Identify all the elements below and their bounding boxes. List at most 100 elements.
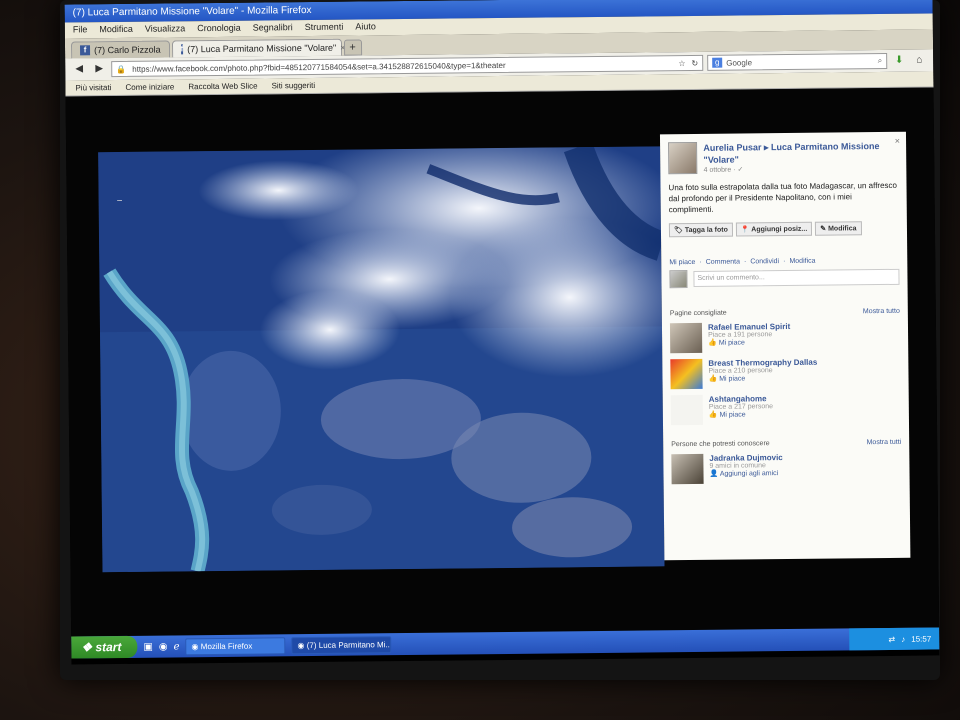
like-page-button[interactable]: 👍 Mi piace [708,374,817,383]
search-box[interactable]: g Google ⌕ [707,52,888,71]
edit-label: Modifica [828,225,857,233]
arrow-icon: ▸ [763,142,769,153]
photo-actions: 🏷 Tagga la foto 📍 Aggiungi posiz... ✎ Mo… [668,221,899,238]
task-label: Mozilla Firefox [200,641,253,651]
tag-photo-button[interactable]: 🏷 Tagga la foto [668,222,733,238]
bookmark-web-slice[interactable]: Raccolta Web Slice [188,82,257,92]
quicklaunch-ie-icon[interactable]: ℯ [174,641,180,652]
new-tab-button[interactable]: + [343,39,362,56]
download-icon[interactable]: ⬇ [891,53,907,69]
tab-carlo[interactable]: f (7) Carlo Pizzola [70,40,170,59]
like-label: Mi piace [718,339,745,347]
google-icon: g [712,57,723,68]
suggested-page: Breast Thermography Dallas Piace a 210 p… [670,357,900,390]
share-link[interactable]: Condividi [750,258,779,265]
bookmark-come-iniziare[interactable]: Come iniziare [125,82,174,92]
url-text: https://www.facebook.com/photo.php?fbid=… [132,60,506,74]
add-friend-button[interactable]: 👤 Aggiungi agli amici [709,469,782,478]
search-icon[interactable]: ⌕ [878,56,883,66]
page-thumbnail[interactable] [670,358,703,390]
post-header: Aurelia Pusar ▸ Luca Parmitano Missione … [668,140,898,175]
zoom-out-icon[interactable]: − [117,196,123,207]
clock: 15:57 [911,634,932,644]
page-thumbnail[interactable] [670,394,704,426]
system-tray: ⇄ ♪ 15:57 [849,627,940,651]
add-friend-label: Aggiungi agli amici [719,470,779,478]
avatar [669,270,688,289]
quicklaunch-desktop-icon[interactable]: ▣ [143,641,153,652]
bookmark-piu-visitati[interactable]: Più visitati [75,83,111,92]
quicklaunch-firefox-icon[interactable]: ◉ [159,641,168,652]
comment-link[interactable]: Commenta [706,259,740,266]
add-location-button[interactable]: 📍 Aggiungi posiz... [735,221,813,237]
photo-sidebar: × Aurelia Pusar ▸ Luca Parmitano Mission… [659,131,911,561]
page-thumbnail[interactable] [669,322,703,354]
task-firefox[interactable]: ◉ Mozilla Firefox [185,636,286,655]
address-bar[interactable]: 🔒 https://www.facebook.com/photo.php?fbi… [111,54,704,78]
like-label: Mi piace [719,375,746,383]
page-name[interactable]: Rafael Emanuel Spirit [708,322,790,332]
back-arrow-icon[interactable]: ◀ [71,61,87,77]
menu-strumenti[interactable]: Strumenti [305,22,344,34]
post-title: Aurelia Pusar ▸ Luca Parmitano Missione … [703,140,898,166]
tab-label: (7) Luca Parmitano Missione "Volare" [187,42,337,55]
tag-photo-label: Tagga la foto [684,226,728,235]
reload-icon[interactable]: ↻ [691,58,698,67]
facebook-icon: f [79,45,91,56]
bookmark-siti-suggeriti[interactable]: Siti suggeriti [272,81,316,90]
avatar[interactable] [668,141,698,175]
lock-icon: 🔒 [116,64,127,74]
facebook-icon: f [180,44,184,55]
show-all-people-link[interactable]: Mostra tutti [867,439,902,446]
person-thumbnail[interactable] [671,453,704,485]
like-label: Mi piace [719,411,746,419]
task-facebook[interactable]: ◉ (7) Luca Parmitano Mi... [291,635,392,654]
show-all-pages-link[interactable]: Mostra tutto [863,308,900,315]
task-label: (7) Luca Parmitano Mi... [306,639,392,650]
menu-cronologia[interactable]: Cronologia [197,23,241,35]
suggested-pages-header: Pagine consigliate Mostra tutto [670,308,900,317]
menu-modifica[interactable]: Modifica [99,24,133,36]
like-page-button[interactable]: 👍 Mi piace [708,338,790,347]
close-icon[interactable]: × [895,136,900,146]
edit-link[interactable]: Modifica [789,258,815,265]
suggested-page: Rafael Emanuel Spirit Piace a 191 person… [669,321,900,354]
menu-aiuto[interactable]: Aiuto [355,21,376,33]
post-date: 4 ottobre · ✓ [703,166,744,174]
network-icon[interactable]: ⇄ [888,634,895,643]
person-suggestion: Jadranka Dujmovic 9 amici in comune 👤 Ag… [671,452,901,485]
firefox-icon: ◉ [191,641,199,651]
forward-arrow-icon[interactable]: ▶ [91,61,107,77]
menu-file[interactable]: File [73,24,88,36]
start-button[interactable]: ❖ start [71,635,138,659]
facebook-theater: − × Aurelia Pusar ▸ Luca Parmitano Missi… [65,87,940,637]
suggested-page: Ashtangahome Piace a 217 persone 👍 Mi pi… [670,393,901,426]
tab-label: (7) Carlo Pizzola [93,44,161,56]
windows-logo-icon: ❖ [81,640,93,655]
post-caption: Una foto sulla estrapolata dalla tua fot… [668,180,898,215]
add-location-label: Aggiungi posiz... [751,225,808,234]
home-icon[interactable]: ⌂ [911,53,927,69]
screen: (7) Luca Parmitano Missione "Volare" - M… [64,0,940,665]
person-name[interactable]: Jadranka Dujmovic [709,453,782,463]
satellite-photo[interactable]: − [98,146,665,573]
bookmark-star-icon[interactable]: ☆ [678,59,685,68]
author-link[interactable]: Aurelia Pusar [703,142,761,153]
window-title: (7) Luca Parmitano Missione "Volare" - M… [72,4,312,19]
post-actions: Mi piace · Commenta · Condividi · Modifica [669,257,816,267]
start-label: start [95,640,122,655]
like-page-button[interactable]: 👍 Mi piace [709,410,773,419]
people-header: Persone che potresti conoscere Mostra tu… [671,439,901,448]
comment-row: Scrivi un commento... [669,268,900,289]
comment-input[interactable]: Scrivi un commento... [693,268,900,287]
menu-visualizza[interactable]: Visualizza [145,23,185,35]
firefox-icon: ◉ [297,640,305,650]
edit-button[interactable]: ✎ Modifica [815,221,862,236]
suggested-pages-title: Pagine consigliate [669,309,727,318]
menu-segnalibri[interactable]: Segnalibri [253,22,293,34]
people-title: Persone che potresti conoscere [671,440,770,449]
tab-luca[interactable]: f (7) Luca Parmitano Missione "Volare" × [171,38,346,58]
like-link[interactable]: Mi piace [669,259,695,266]
photo-image [98,146,665,573]
volume-icon[interactable]: ♪ [901,634,905,643]
